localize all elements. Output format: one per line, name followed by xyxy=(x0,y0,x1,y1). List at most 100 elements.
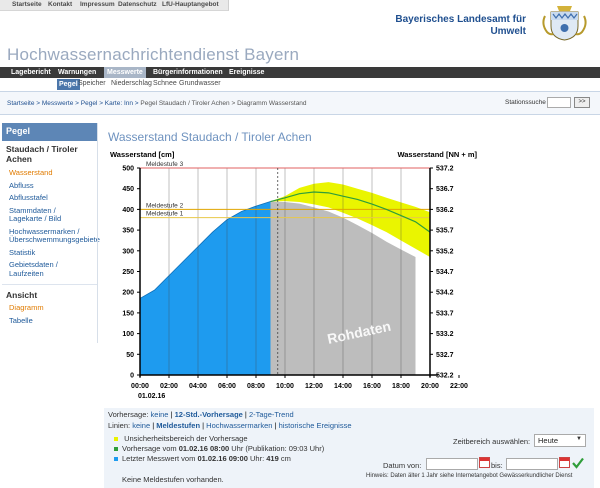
station-search-input[interactable] xyxy=(547,97,571,108)
topnav-lfu[interactable]: LfU-Hauptangebot xyxy=(162,1,219,8)
water-level-chart: Meldestufe 3Meldestufe 2Meldestufe 1Rohd… xyxy=(110,150,477,400)
y-right-tick-label: 537.2 xyxy=(436,166,454,173)
y-tick-label: 0 xyxy=(130,373,134,380)
breadcrumb-startseite[interactable]: Startseite xyxy=(7,100,34,107)
breadcrumb-separator: > xyxy=(75,100,79,107)
subnav-grundwasser[interactable]: Grundwasser xyxy=(179,80,221,87)
no-levels-text: Keine Meldestufen vorhanden. xyxy=(122,475,224,484)
y-right-tick-label: 534.7 xyxy=(436,269,454,276)
legend-last-mid: Uhr: xyxy=(247,454,267,463)
sub-nav: Pegel Speicher Niederschlag Schnee Grund… xyxy=(0,79,600,90)
station-search-button[interactable]: >> xyxy=(574,97,590,108)
legend-uncertainty: Unsicherheitsbereich der Vorhersage xyxy=(114,434,248,443)
topnav-impressum[interactable]: Impressum xyxy=(80,1,115,8)
y-tick-label: 400 xyxy=(122,207,134,214)
y-tick-label: 100 xyxy=(122,331,134,338)
x-tick-label: 16:00 xyxy=(363,383,381,390)
threshold-label: Meldestufe 2 xyxy=(146,202,184,209)
y-left-axis-label: Wasserstand [cm] xyxy=(110,150,175,159)
lines-meldestufen-link[interactable]: Meldestufen xyxy=(156,421,200,430)
x-tick-label: 04:00 xyxy=(189,383,207,390)
range-select-value: Heute xyxy=(538,436,559,445)
top-utility-nav: Startseite Kontakt Impressum Datenschutz… xyxy=(0,0,600,14)
y-tick-label: 450 xyxy=(122,186,134,193)
date-from-label: Datum von: xyxy=(383,461,421,470)
topnav-kontakt[interactable]: Kontakt xyxy=(48,1,72,8)
time-range-options: Zeitbereich auswählen: Heute ▼ Datum von… xyxy=(356,424,594,484)
lines-label: Linien: xyxy=(108,421,131,430)
y-right-tick-label: 533.7 xyxy=(436,310,454,317)
breadcrumb-karte-inn[interactable]: Karte: Inn xyxy=(105,100,133,107)
agency-line2: Umwelt xyxy=(490,26,526,37)
breadcrumb-separator: > xyxy=(36,100,41,107)
x-date-label: 01.02.16 xyxy=(138,393,165,400)
breadcrumb-pegel[interactable]: Pegel xyxy=(81,100,98,107)
sidebar: Pegel Staudach / Tiroler Achen Wassersta… xyxy=(2,123,100,343)
legend-forecast: Vorhersage vom 01.02.16 08:00 Uhr (Publi… xyxy=(114,444,324,453)
range-label-text: Zeitbereich auswählen: xyxy=(453,437,531,446)
date-to-text: bis: xyxy=(491,461,503,470)
archive-hint-text: Hinweis: Daten älter 1 Jahr siehe Intern… xyxy=(366,473,573,479)
y-right-tick-label: 534.2 xyxy=(436,290,454,297)
y-right-tick-label: 535.2 xyxy=(436,248,454,255)
x-tick-label: 18:00 xyxy=(392,383,410,390)
topnav-datenschutz[interactable]: Datenschutz xyxy=(118,1,157,8)
main-nav: Lagebericht Warnungen Messwerte Bürgerin… xyxy=(0,67,600,78)
date-from-text: Datum von: xyxy=(383,461,422,470)
subnav-niederschlag[interactable]: Niederschlag xyxy=(111,80,152,87)
nav-messwerte[interactable]: Messwerte xyxy=(104,67,146,78)
threshold-label: Meldestufe 3 xyxy=(146,161,184,168)
forecast-2d-link[interactable]: 2-Tage-Trend xyxy=(249,410,294,419)
date-to-label: bis: xyxy=(491,461,503,470)
site-title: Hochwassernachrichtendienst Bayern xyxy=(7,45,300,64)
legend-last-value: Letzter Messwert vom 01.02.16 09:00 Uhr:… xyxy=(114,454,291,463)
legend-uncertainty-text: Unsicherheitsbereich der Vorhersage xyxy=(124,434,248,443)
x-tick-label: 00:00 xyxy=(131,383,149,390)
forecast-none-link[interactable]: keine xyxy=(151,410,169,419)
calendar-icon[interactable] xyxy=(479,457,490,468)
forecast-label: Vorhersage: xyxy=(108,410,149,419)
agency-name: Bayerisches Landesamt für Umwelt xyxy=(376,14,526,38)
subnav-pegel[interactable]: Pegel xyxy=(57,79,80,90)
breadcrumb-current: Pegel Staudach / Tiroler Achen > Diagram… xyxy=(140,100,307,107)
measured-area xyxy=(140,201,271,375)
forecast-12h-link[interactable]: 12-Std.-Vorhersage xyxy=(175,410,243,419)
legend-forecast-post: Uhr (Publikation: 09:03 Uhr) xyxy=(229,444,325,453)
y-tick-label: 250 xyxy=(122,269,134,276)
y-right-axis-label: Wasserstand [NN + m] xyxy=(397,150,477,159)
x-tick-label: 12:00 xyxy=(305,383,323,390)
confirm-check-icon[interactable] xyxy=(572,456,584,469)
threshold-label: Meldestufe 1 xyxy=(146,211,184,218)
y-tick-label: 500 xyxy=(122,166,134,173)
nav-buergerinformationen[interactable]: Bürgerinformationen xyxy=(150,67,226,78)
legend-last-unit: cm xyxy=(278,454,291,463)
nav-lagebericht[interactable]: Lagebericht xyxy=(8,67,54,78)
breadcrumb-separator: > xyxy=(134,100,139,107)
breadcrumb-messwerte[interactable]: Messwerte xyxy=(42,100,73,107)
lines-hochwassermarken-link[interactable]: Hochwassermarken xyxy=(206,421,272,430)
forecast-options: Vorhersage: keine | 12-Std.-Vorhersage |… xyxy=(108,410,294,419)
legend-forecast-date: 01.02.16 08:00 xyxy=(178,444,230,453)
legend-forecast-swatch xyxy=(114,447,118,452)
lines-none-link[interactable]: keine xyxy=(132,421,150,430)
legend-uncertainty-swatch xyxy=(114,437,118,442)
nav-warnungen[interactable]: Warnungen xyxy=(55,67,99,78)
y-right-tick-label: 535.7 xyxy=(436,228,454,235)
lines-historische-link[interactable]: historische Ereignisse xyxy=(279,421,352,430)
date-from-input[interactable] xyxy=(426,458,478,470)
topnav-startseite[interactable]: Startseite xyxy=(12,1,42,8)
date-to-input[interactable] xyxy=(506,458,558,470)
nav-ereignisse[interactable]: Ereignisse xyxy=(226,67,267,78)
calendar-icon[interactable] xyxy=(559,457,570,468)
y-tick-label: 150 xyxy=(122,310,134,317)
lines-options: Linien: keine | Meldestufen | Hochwasser… xyxy=(108,421,352,430)
range-select[interactable]: Heute ▼ xyxy=(534,434,586,447)
subnav-speicher[interactable]: Speicher xyxy=(78,80,106,87)
legend-last-date: 01.02.16 09:00 xyxy=(197,454,248,463)
x-tick-label: 08:00 xyxy=(247,383,265,390)
y-right-tick-label: 532.7 xyxy=(436,352,454,359)
y-right-tick-label: 536.2 xyxy=(436,207,454,214)
no-levels-note: Keine Meldestufen vorhanden. xyxy=(122,475,224,484)
subnav-schnee[interactable]: Schnee xyxy=(153,80,177,87)
station-search-label: Stationssuche xyxy=(505,99,546,106)
